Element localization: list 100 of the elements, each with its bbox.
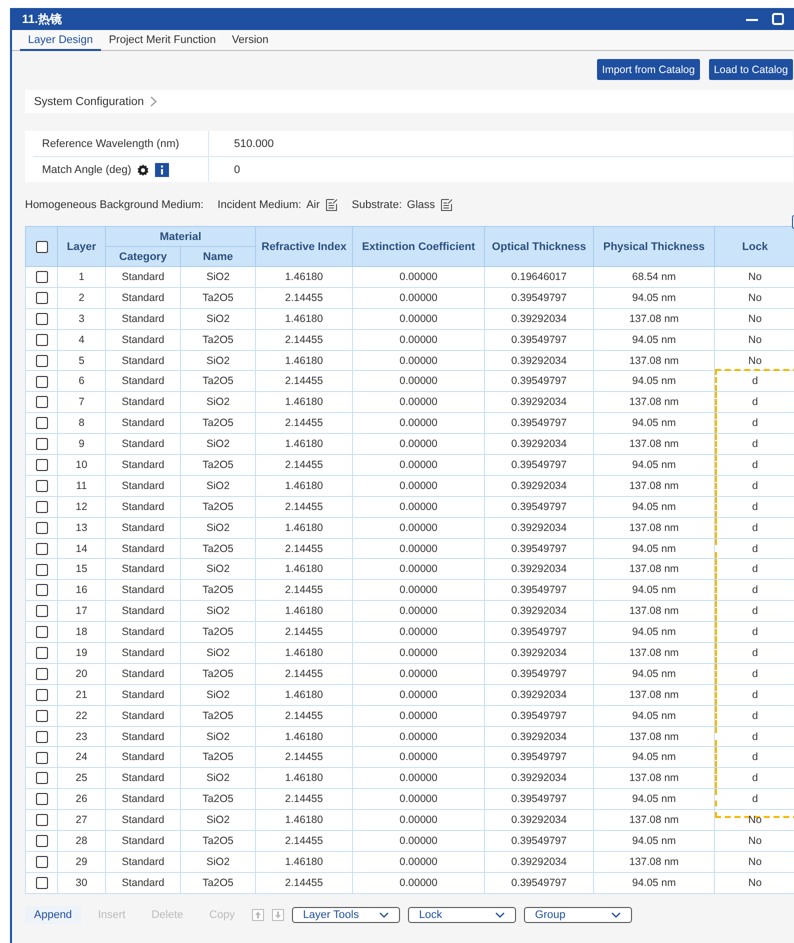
checkbox[interactable] xyxy=(36,605,48,618)
table-cell: SiO2 xyxy=(206,646,230,659)
table-cell: 0.39549797 xyxy=(511,584,567,596)
table-cell: d xyxy=(752,668,758,680)
checkbox[interactable] xyxy=(36,240,48,253)
table-cell: No xyxy=(748,354,762,366)
table-cell: 94.05 nm xyxy=(632,542,676,555)
checkbox[interactable] xyxy=(36,480,48,492)
table-cell: d xyxy=(752,751,758,764)
gear-icon[interactable] xyxy=(137,164,150,176)
table-cell: 0.39549797 xyxy=(511,751,567,764)
medium-label: Incident Medium: xyxy=(218,199,302,211)
checkbox[interactable] xyxy=(36,396,48,408)
table-cell: d xyxy=(752,605,758,618)
checkbox[interactable] xyxy=(36,459,48,472)
table-cell: Standard xyxy=(122,480,164,492)
info-icon[interactable] xyxy=(155,162,170,176)
field-value: 510.000 xyxy=(233,138,274,150)
table-cell: 1.46180 xyxy=(285,354,323,366)
tab[interactable]: Project Merit Function xyxy=(100,30,224,49)
section-header[interactable]: System Configuration xyxy=(25,90,794,113)
tab[interactable]: Layer Design xyxy=(20,30,101,51)
table-cell: 0.39549797 xyxy=(511,458,567,471)
checkbox[interactable] xyxy=(36,793,48,806)
checkbox[interactable] xyxy=(36,752,48,764)
edit-icon[interactable] xyxy=(324,198,338,212)
checkbox[interactable] xyxy=(36,312,48,325)
maximize-icon[interactable] xyxy=(772,13,784,25)
table-cell: 137.08 nm xyxy=(629,772,679,784)
catalog-button[interactable]: Import from Catalog xyxy=(597,59,700,80)
table-cell: 2.14455 xyxy=(285,710,323,722)
column-header: Layer xyxy=(58,226,106,266)
table-cell: 0.39292034 xyxy=(511,480,567,492)
table-cell: 137.08 nm xyxy=(629,522,679,534)
table-cell: 94.05 nm xyxy=(632,458,676,471)
table-cell: 0.39292034 xyxy=(511,688,567,701)
checkbox[interactable] xyxy=(36,626,48,638)
table-cell: SiO2 xyxy=(206,563,230,576)
table-cell: 30 xyxy=(76,876,88,889)
table-cell: 1.46180 xyxy=(285,563,323,576)
table-cell: 94.05 nm xyxy=(632,876,676,889)
checkbox[interactable] xyxy=(36,417,48,430)
table-cell: 21 xyxy=(76,688,88,701)
checkbox[interactable] xyxy=(36,438,48,450)
catalog-button[interactable]: Load to Catalog xyxy=(708,59,793,80)
tab[interactable]: Version xyxy=(224,30,277,49)
checkbox[interactable] xyxy=(36,772,48,784)
table-cell: Standard xyxy=(122,417,164,430)
checkbox[interactable] xyxy=(36,376,48,388)
table-cell: 94.05 nm xyxy=(632,375,676,388)
checkbox[interactable] xyxy=(36,584,48,596)
checkbox[interactable] xyxy=(36,730,48,743)
table-cell: 2.14455 xyxy=(285,751,323,764)
checkbox[interactable] xyxy=(36,564,48,576)
checkbox[interactable] xyxy=(36,354,48,367)
table-cell: 0.39292034 xyxy=(511,856,567,868)
table-cell: 0.39292034 xyxy=(511,646,567,659)
checkbox[interactable] xyxy=(36,688,48,701)
dropdown[interactable]: Group xyxy=(524,906,632,923)
table-cell: 1.46180 xyxy=(285,522,323,534)
checkbox[interactable] xyxy=(36,710,48,722)
table-cell: 0.00000 xyxy=(400,417,438,430)
table-cell: d xyxy=(752,793,758,806)
checkbox[interactable] xyxy=(36,271,48,284)
table-cell: 6 xyxy=(78,375,84,388)
checkbox[interactable] xyxy=(36,835,48,848)
table-cell: 1.46180 xyxy=(285,438,323,450)
table-cell: 16 xyxy=(76,584,88,596)
table-cell: d xyxy=(752,522,758,534)
checkbox[interactable] xyxy=(36,668,48,680)
table-cell: 0.00000 xyxy=(400,584,438,596)
checkbox[interactable] xyxy=(36,500,48,513)
checkbox[interactable] xyxy=(36,292,48,304)
table-cell: 0.00000 xyxy=(400,522,438,534)
table-cell: Standard xyxy=(122,458,164,471)
table-cell: Ta2O5 xyxy=(202,751,234,764)
checkbox[interactable] xyxy=(36,647,48,660)
checkbox[interactable] xyxy=(36,542,48,555)
table-cell: 137.08 nm xyxy=(629,312,679,325)
table-cell: Standard xyxy=(122,438,164,450)
edit-icon[interactable] xyxy=(440,198,454,212)
table-cell: Standard xyxy=(122,270,164,283)
dropdown[interactable]: Lock xyxy=(408,906,516,923)
table-cell: 7 xyxy=(78,396,84,408)
table-cell: Standard xyxy=(122,626,164,638)
table-cell: 0.39549797 xyxy=(511,375,567,388)
checkbox[interactable] xyxy=(36,814,48,826)
checkbox[interactable] xyxy=(36,876,48,889)
table-cell: Standard xyxy=(122,563,164,576)
toolbar-button[interactable]: Append xyxy=(25,906,81,924)
table-cell: SiO2 xyxy=(206,730,230,743)
table-cell: 137.08 nm xyxy=(629,396,679,408)
checkbox[interactable] xyxy=(36,856,48,868)
table-cell: 2.14455 xyxy=(285,292,323,304)
checkbox[interactable] xyxy=(36,522,48,534)
dropdown[interactable]: Layer Tools xyxy=(292,906,400,923)
table-cell: 0.39549797 xyxy=(511,834,567,847)
table-cell: 0.39292034 xyxy=(511,312,567,325)
table-cell: Ta2O5 xyxy=(202,292,234,304)
checkbox[interactable] xyxy=(36,334,48,346)
